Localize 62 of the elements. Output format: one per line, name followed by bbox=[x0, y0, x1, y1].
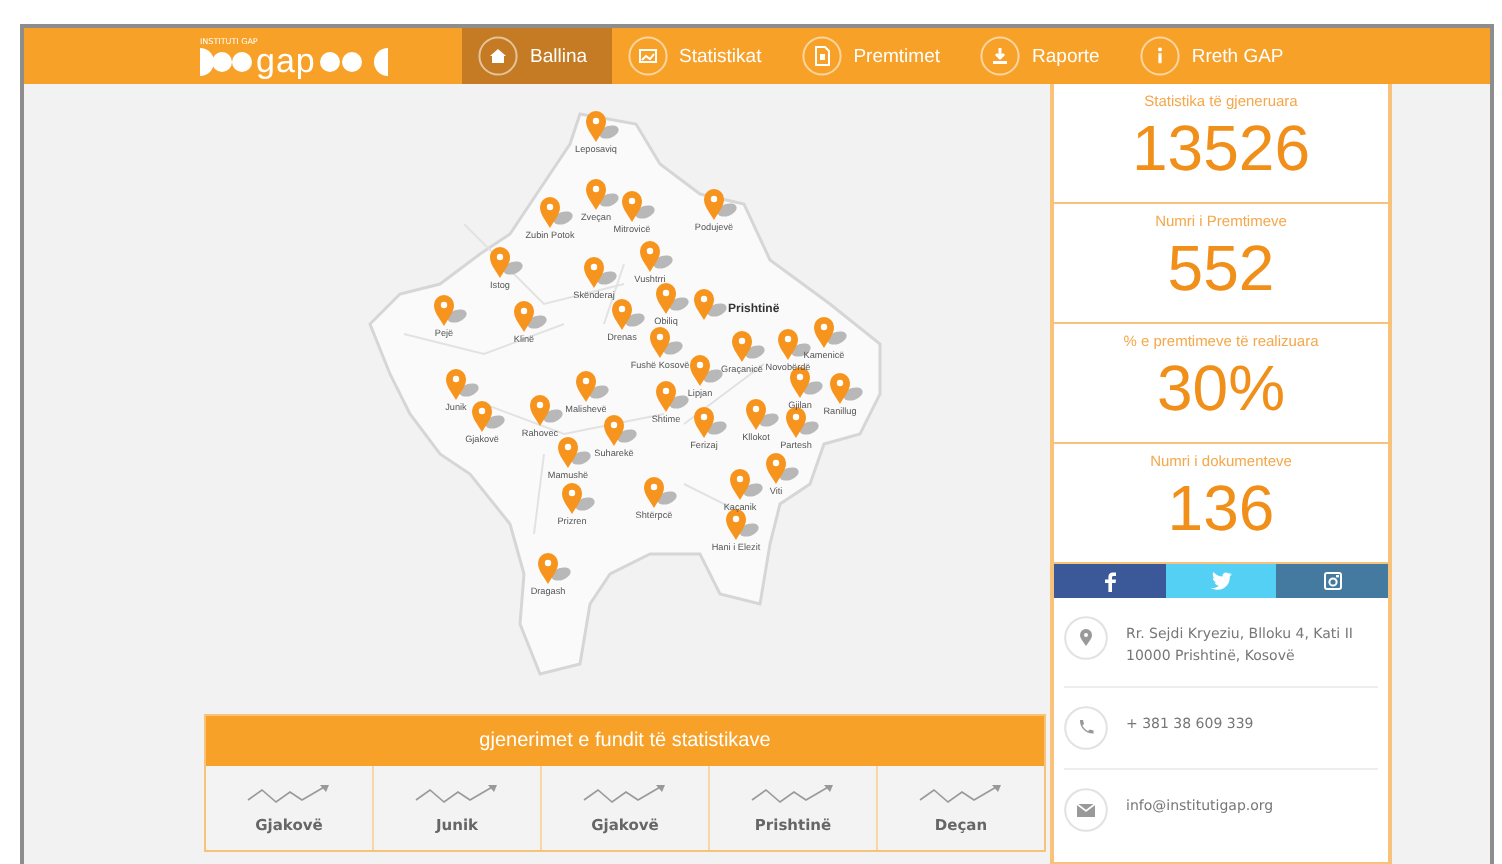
map-pin-icon[interactable] bbox=[584, 178, 620, 210]
map-pin-icon[interactable] bbox=[692, 406, 728, 438]
logo-dots-icon bbox=[319, 47, 392, 75]
map-pin-icon[interactable] bbox=[512, 300, 548, 332]
bird-icon bbox=[1210, 572, 1232, 590]
location-icon bbox=[1064, 616, 1108, 660]
nav-tab[interactable]: Ballina bbox=[462, 28, 612, 84]
map-pin-icon[interactable] bbox=[638, 240, 674, 272]
map-pin-icon[interactable] bbox=[432, 294, 468, 326]
map-pin-icon[interactable] bbox=[728, 468, 764, 500]
map-pin-icon[interactable] bbox=[444, 368, 480, 400]
map-pin-icon[interactable] bbox=[654, 380, 690, 412]
map-pin-icon[interactable] bbox=[584, 110, 620, 142]
map-pin-icon[interactable] bbox=[730, 330, 766, 362]
panel-title: gjenerimet e fundit të statistikave bbox=[206, 716, 1044, 766]
map-pin-icon[interactable] bbox=[642, 476, 678, 508]
info-icon bbox=[1139, 36, 1180, 76]
map-pin-icon[interactable] bbox=[610, 298, 646, 330]
map-pin-icon[interactable] bbox=[538, 196, 574, 228]
phone-icon bbox=[1064, 706, 1108, 750]
map-pin-icon[interactable] bbox=[654, 282, 690, 314]
trend-icon bbox=[581, 782, 669, 806]
map-pin-icon[interactable] bbox=[574, 370, 610, 402]
image-icon bbox=[627, 36, 668, 76]
map-pin-icon[interactable] bbox=[488, 246, 524, 278]
envelope-icon bbox=[1064, 788, 1108, 832]
instagram-button[interactable] bbox=[1276, 564, 1389, 598]
map-pin-icon[interactable] bbox=[582, 256, 618, 288]
map-pin-icon[interactable] bbox=[692, 288, 728, 320]
download-icon bbox=[980, 36, 1021, 76]
trend-icon bbox=[917, 782, 1005, 806]
stat-value: 30% bbox=[1156, 350, 1286, 426]
stat-value: 13526 bbox=[1132, 110, 1310, 186]
facebook-icon bbox=[1101, 571, 1118, 591]
home-icon bbox=[478, 36, 518, 76]
stat-value: 552 bbox=[1167, 230, 1275, 306]
document-icon bbox=[801, 36, 842, 76]
map-pin-icon[interactable] bbox=[828, 372, 864, 404]
trend-icon bbox=[245, 782, 333, 806]
logo-word: gap bbox=[256, 46, 316, 76]
stat-value: 136 bbox=[1167, 470, 1275, 546]
map-pin-icon[interactable] bbox=[648, 326, 684, 358]
map-pin-icon[interactable] bbox=[724, 508, 760, 540]
trend-icon bbox=[413, 782, 501, 806]
map-pin-icon[interactable] bbox=[812, 316, 848, 348]
camera-icon bbox=[1323, 572, 1342, 590]
map-pin-icon[interactable] bbox=[688, 354, 724, 386]
map-pin-icon[interactable] bbox=[528, 394, 564, 426]
map-pin-icon[interactable] bbox=[788, 366, 824, 398]
map-pin-icon[interactable] bbox=[702, 188, 738, 220]
facebook-button[interactable] bbox=[1054, 564, 1166, 598]
map-pin-icon[interactable] bbox=[764, 452, 800, 484]
map-pin-icon[interactable] bbox=[536, 552, 572, 584]
map-pin-icon[interactable] bbox=[470, 400, 506, 432]
map-pin-icon[interactable] bbox=[556, 436, 592, 468]
map-pin-icon[interactable] bbox=[560, 482, 596, 514]
map-pin-icon[interactable] bbox=[744, 398, 780, 430]
map-pin-icon[interactable] bbox=[602, 414, 638, 446]
map-pin-icon[interactable] bbox=[620, 190, 656, 222]
map-pin-icon[interactable] bbox=[784, 406, 820, 438]
trend-icon bbox=[749, 782, 837, 806]
logo-dots-icon bbox=[200, 47, 252, 75]
